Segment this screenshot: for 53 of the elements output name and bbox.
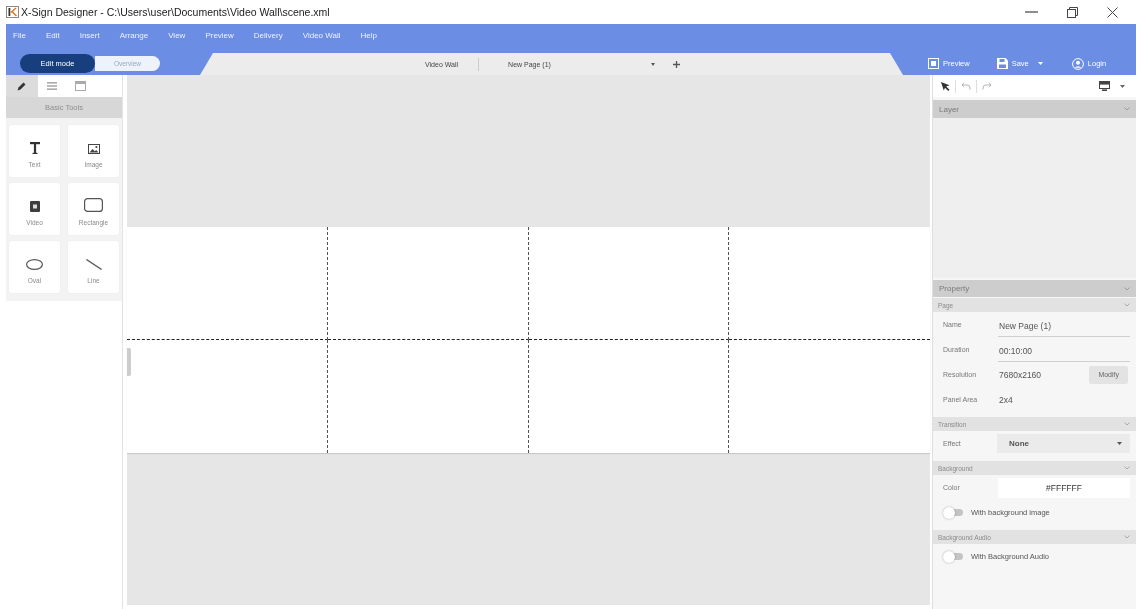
caret-icon bbox=[1037, 62, 1043, 65]
caret-icon bbox=[1117, 442, 1122, 445]
framed-square-icon bbox=[928, 58, 939, 69]
panel-title: Layer bbox=[939, 104, 959, 114]
menu-item[interactable]: Edit bbox=[45, 30, 60, 40]
panel-header[interactable]: Layer bbox=[933, 100, 1136, 118]
menu-item[interactable]: Arrange bbox=[119, 30, 149, 40]
panel-tab[interactable] bbox=[6, 75, 38, 97]
window-title: X-Sign Designer - C:\Users\user\Documents\Video Wall\scene.xml bbox=[21, 6, 330, 18]
oval-icon bbox=[26, 259, 43, 270]
plus-icon[interactable] bbox=[672, 60, 680, 68]
cursor-icon[interactable] bbox=[941, 81, 950, 91]
panel-header[interactable]: Property bbox=[933, 280, 1136, 297]
caret-icon[interactable] bbox=[1120, 84, 1125, 88]
panel-title: Property bbox=[939, 284, 970, 293]
window-icon bbox=[75, 81, 86, 91]
menu-item[interactable]: Delivery bbox=[253, 30, 283, 40]
caret-icon[interactable] bbox=[650, 62, 655, 66]
chevron-icon[interactable] bbox=[1124, 286, 1130, 291]
menu-item[interactable]: View bbox=[168, 30, 186, 40]
toggle-switch[interactable] bbox=[943, 506, 963, 519]
rectangle-icon bbox=[84, 198, 103, 212]
resize-handle[interactable] bbox=[127, 348, 131, 376]
close-icon[interactable] bbox=[1107, 6, 1118, 18]
menu-item[interactable]: File bbox=[13, 30, 26, 40]
user-circle-icon bbox=[1071, 57, 1084, 70]
color-field[interactable]: #FFFFFF bbox=[998, 477, 1130, 498]
field-value: 7680x2160 bbox=[998, 369, 1042, 380]
display-icon[interactable] bbox=[1099, 81, 1110, 91]
chevron-icon[interactable] bbox=[1124, 422, 1130, 426]
chevron-icon[interactable] bbox=[1124, 535, 1130, 539]
app-logo-icon bbox=[6, 6, 19, 18]
effect-dropdown[interactable]: None bbox=[997, 434, 1130, 453]
menu-item[interactable]: Video Wall bbox=[302, 30, 341, 40]
field-value: 2x4 bbox=[998, 394, 1013, 405]
text-icon bbox=[29, 142, 40, 154]
pencil-icon bbox=[17, 81, 27, 91]
text-field[interactable]: 00:10:00 bbox=[998, 340, 1130, 362]
list-icon bbox=[46, 82, 57, 90]
text-field[interactable]: New Page (1) bbox=[998, 315, 1130, 337]
chevron-icon[interactable] bbox=[1124, 303, 1130, 307]
menu-item[interactable]: Insert bbox=[79, 30, 100, 40]
video-icon bbox=[29, 201, 40, 212]
redo-icon[interactable] bbox=[982, 82, 992, 90]
chevron-icon[interactable] bbox=[1124, 107, 1130, 111]
menu-item[interactable]: Help bbox=[360, 30, 377, 40]
line-icon bbox=[85, 259, 102, 270]
restore-icon[interactable] bbox=[1067, 6, 1078, 18]
chevron-icon[interactable] bbox=[1124, 466, 1130, 470]
image-icon bbox=[87, 144, 100, 154]
toggle-switch[interactable] bbox=[943, 550, 963, 563]
menu-item[interactable]: Preview bbox=[205, 30, 234, 40]
undo-icon[interactable] bbox=[961, 82, 971, 90]
